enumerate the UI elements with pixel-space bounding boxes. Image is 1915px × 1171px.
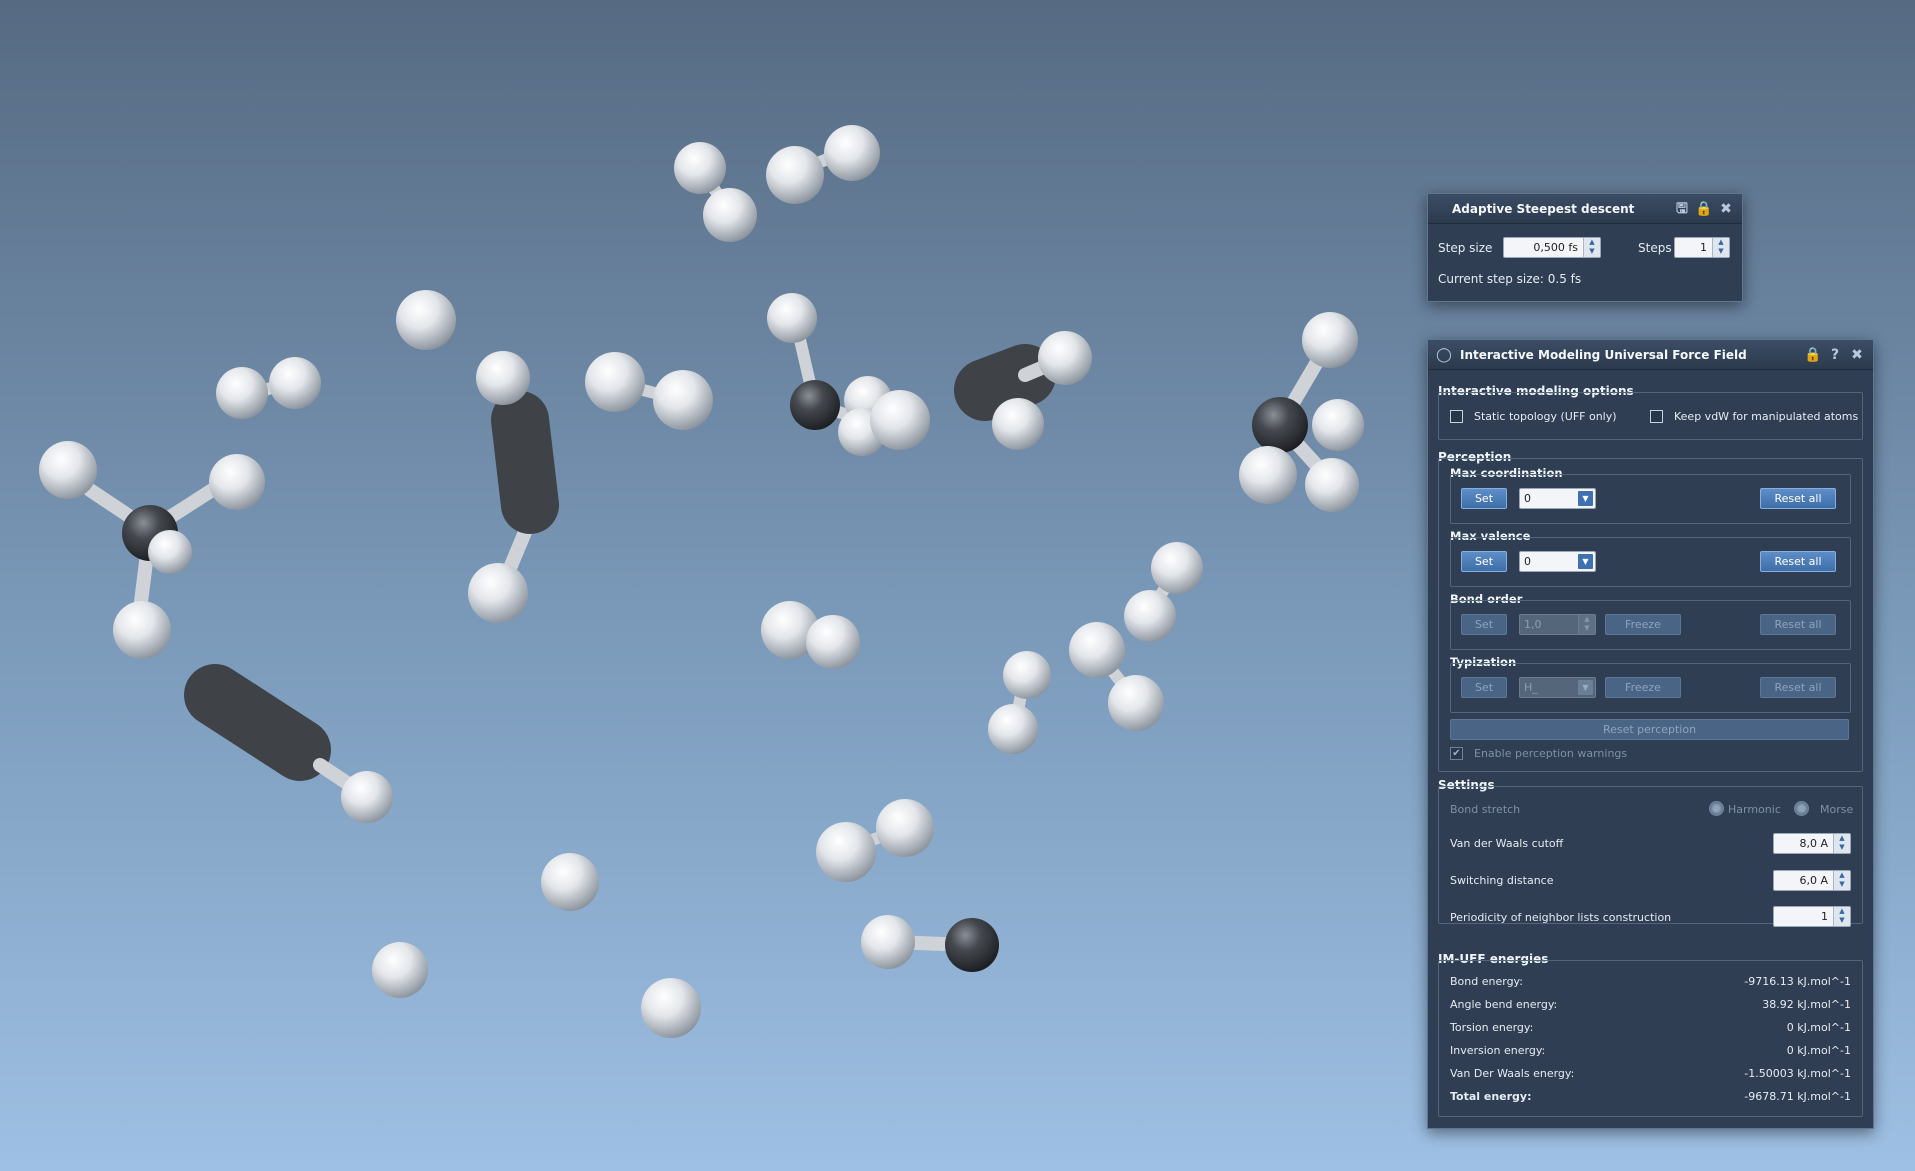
bonds — [83, 144, 1337, 952]
steps-value: 1 — [1700, 241, 1707, 254]
switching-value: 6,0 A — [1799, 874, 1828, 887]
lock-icon[interactable]: 🔒 — [1695, 201, 1712, 217]
max-valence-set-button[interactable]: Set — [1461, 551, 1507, 572]
max-valence-combo[interactable]: 0 ▼ — [1519, 551, 1596, 572]
step-size-spinbox[interactable]: 0,500 fs ▲ ▼ — [1503, 237, 1601, 258]
max-coordination-reset-button[interactable]: Reset all — [1760, 488, 1836, 509]
step-size-label: Step size — [1438, 241, 1493, 255]
steps-arrows[interactable]: ▲ ▼ — [1712, 238, 1729, 257]
vdw-cutoff-label: Van der Waals cutoff — [1450, 837, 1564, 850]
static-topology-label: Static topology (UFF only) — [1474, 410, 1617, 423]
bond-order-arrows[interactable]: ▲ ▼ — [1578, 615, 1595, 634]
typization-freeze-button[interactable]: Freeze — [1605, 677, 1681, 698]
enable-warnings-label: Enable perception warnings — [1474, 747, 1628, 760]
chevron-down-icon[interactable]: ▼ — [1578, 680, 1593, 695]
switching-arrows[interactable]: ▲ ▼ — [1833, 871, 1850, 890]
typization-value: H_ — [1524, 681, 1538, 694]
bond-order-spinbox[interactable]: 1,0 ▲ ▼ — [1519, 614, 1596, 635]
switching-label: Switching distance — [1450, 874, 1554, 887]
angle-bend-energy-value: 38.92 kJ.mol^-1 — [1762, 998, 1851, 1011]
vdw-cutoff-arrows[interactable]: ▲ ▼ — [1833, 834, 1850, 853]
close-icon[interactable]: ✖ — [1849, 347, 1865, 363]
hydrogen-atoms — [39, 125, 1364, 1038]
vdw-energy-label: Van Der Waals energy: — [1450, 1067, 1575, 1080]
bond-order-reset-button[interactable]: Reset all — [1760, 614, 1836, 635]
total-energy-label: Total energy: — [1450, 1090, 1532, 1103]
bond-order-freeze-button[interactable]: Freeze — [1605, 614, 1681, 635]
torsion-energy-label: Torsion energy: — [1450, 1021, 1534, 1034]
inversion-energy-label: Inversion energy: — [1450, 1044, 1546, 1057]
uff-title: Interactive Modeling Universal Force Fie… — [1460, 347, 1747, 362]
static-topology-checkbox[interactable] — [1450, 410, 1463, 423]
torsion-energy-value: 0 kJ.mol^-1 — [1786, 1021, 1851, 1034]
bond-energy-label: Bond energy: — [1450, 975, 1523, 988]
harmonic-label: Harmonic — [1728, 803, 1781, 816]
bond-order-set-button[interactable]: Set — [1461, 614, 1507, 635]
uff-app-icon: ◯ — [1436, 346, 1452, 363]
vdw-cutoff-spinbox[interactable]: 8,0 A ▲ ▼ — [1773, 833, 1851, 854]
uff-panel: ◯ Interactive Modeling Universal Force F… — [1427, 339, 1874, 1129]
periodicity-value: 1 — [1821, 910, 1828, 923]
help-icon[interactable]: ? — [1827, 347, 1843, 363]
enable-warnings-checkbox[interactable]: ✔ — [1450, 747, 1463, 760]
reset-perception-button[interactable]: Reset perception — [1450, 719, 1849, 740]
inversion-energy-value: 0 kJ.mol^-1 — [1786, 1044, 1851, 1057]
periodicity-spinbox[interactable]: 1 ▲ ▼ — [1773, 906, 1851, 927]
vdw-energy-value: -1.50003 kJ.mol^-1 — [1744, 1067, 1851, 1080]
keep-vdw-checkbox[interactable] — [1650, 410, 1663, 423]
step-size-arrows[interactable]: ▲ ▼ — [1583, 238, 1600, 257]
max-valence-reset-button[interactable]: Reset all — [1760, 551, 1836, 572]
morse-label: Morse — [1820, 803, 1854, 816]
bond-order-value: 1,0 — [1524, 618, 1542, 631]
typization-combo[interactable]: H_ ▼ — [1519, 677, 1596, 698]
total-energy-value: -9678.71 kJ.mol^-1 — [1744, 1090, 1851, 1103]
current-step-text: Current step size: 0.5 fs — [1438, 272, 1582, 286]
steps-label: Steps — [1638, 241, 1672, 255]
typization-set-button[interactable]: Set — [1461, 677, 1507, 698]
morse-radio[interactable] — [1794, 801, 1809, 816]
chevron-down-icon[interactable]: ▼ — [1578, 491, 1593, 506]
bond-stretch-label: Bond stretch — [1450, 803, 1521, 816]
periodicity-label: Periodicity of neighbor lists constructi… — [1450, 911, 1672, 924]
steepest-title-bar: Adaptive Steepest descent 🖫 🔒 ✖ — [1428, 194, 1742, 224]
harmonic-radio[interactable] — [1709, 801, 1724, 816]
vdw-cutoff-value: 8,0 A — [1799, 837, 1828, 850]
lock-icon[interactable]: 🔒 — [1804, 347, 1821, 363]
chevron-down-icon[interactable]: ▼ — [1578, 554, 1593, 569]
switching-spinbox[interactable]: 6,0 A ▲ ▼ — [1773, 870, 1851, 891]
step-size-value: 0,500 fs — [1533, 241, 1578, 254]
keep-vdw-label: Keep vdW for manipulated atoms — [1674, 410, 1859, 423]
angle-bend-energy-label: Angle bend energy: — [1450, 998, 1558, 1011]
save-icon[interactable]: 🖫 — [1674, 201, 1690, 217]
periodicity-arrows[interactable]: ▲ ▼ — [1833, 907, 1850, 926]
bond-energy-value: -9716.13 kJ.mol^-1 — [1744, 975, 1851, 988]
uff-title-bar: ◯ Interactive Modeling Universal Force F… — [1428, 340, 1873, 370]
max-coordination-combo[interactable]: 0 ▼ — [1519, 488, 1596, 509]
max-coordination-set-button[interactable]: Set — [1461, 488, 1507, 509]
max-valence-value: 0 — [1524, 555, 1531, 568]
max-coordination-value: 0 — [1524, 492, 1531, 505]
close-icon[interactable]: ✖ — [1718, 201, 1734, 217]
steepest-title: Adaptive Steepest descent — [1452, 201, 1635, 216]
steps-spinbox[interactable]: 1 ▲ ▼ — [1674, 237, 1730, 258]
typization-reset-button[interactable]: Reset all — [1760, 677, 1836, 698]
steepest-descent-panel: Adaptive Steepest descent 🖫 🔒 ✖ Step siz… — [1427, 193, 1743, 302]
